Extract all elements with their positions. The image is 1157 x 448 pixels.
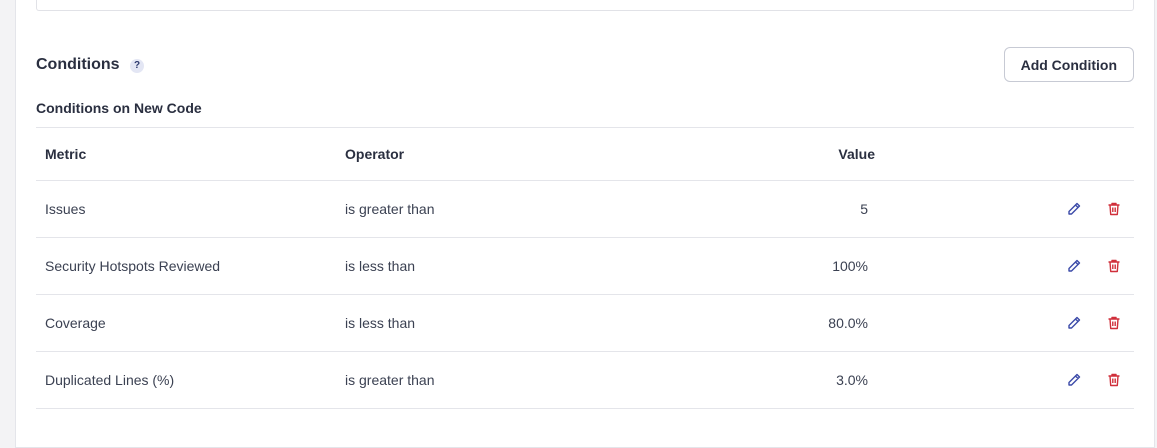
question-icon[interactable]: ? bbox=[130, 59, 144, 73]
conditions-header: Conditions ? Add Condition bbox=[36, 47, 1134, 82]
add-condition-button[interactable]: Add Condition bbox=[1003, 47, 1134, 82]
pencil-icon[interactable] bbox=[1066, 372, 1082, 388]
row-actions bbox=[1066, 181, 1122, 237]
row-actions bbox=[1066, 295, 1122, 351]
table-row: Security Hotspots Reviewed is less than … bbox=[36, 238, 1134, 295]
table-row: Coverage is less than 80.0% bbox=[36, 295, 1134, 352]
pencil-icon[interactable] bbox=[1066, 201, 1082, 217]
value-cell: 5 bbox=[860, 201, 868, 217]
metric-cell: Security Hotspots Reviewed bbox=[45, 258, 221, 274]
table-row: Issues is greater than 5 bbox=[36, 181, 1134, 238]
pencil-icon[interactable] bbox=[1066, 258, 1082, 274]
trash-icon[interactable] bbox=[1106, 258, 1122, 274]
section-title: Conditions bbox=[36, 56, 120, 73]
operator-cell: is greater than bbox=[345, 201, 435, 217]
table-header-row: Metric Operator Value bbox=[36, 128, 1134, 181]
value-cell: 80.0% bbox=[828, 315, 868, 331]
trash-icon[interactable] bbox=[1106, 372, 1122, 388]
value-cell: 3.0% bbox=[836, 372, 868, 388]
metric-cell: Duplicated Lines (%) bbox=[45, 372, 175, 388]
metric-cell: Issues bbox=[45, 201, 86, 217]
pencil-icon[interactable] bbox=[1066, 315, 1082, 331]
header-operator: Operator bbox=[345, 146, 405, 162]
row-actions bbox=[1066, 352, 1122, 408]
metric-cell: Coverage bbox=[45, 315, 106, 331]
operator-cell: is greater than bbox=[345, 372, 435, 388]
operator-cell: is less than bbox=[345, 315, 416, 331]
trash-icon[interactable] bbox=[1106, 201, 1122, 217]
row-actions bbox=[1066, 238, 1122, 294]
header-value: Value bbox=[838, 146, 875, 162]
previous-section-box bbox=[36, 0, 1134, 11]
header-metric: Metric bbox=[45, 146, 87, 162]
trash-icon[interactable] bbox=[1106, 315, 1122, 331]
value-cell: 100% bbox=[832, 258, 868, 274]
operator-cell: is less than bbox=[345, 258, 416, 274]
conditions-table: Metric Operator Value Issues is greater … bbox=[36, 127, 1134, 409]
conditions-subheading: Conditions on New Code bbox=[36, 100, 202, 116]
table-row: Duplicated Lines (%) is greater than 3.0… bbox=[36, 352, 1134, 409]
